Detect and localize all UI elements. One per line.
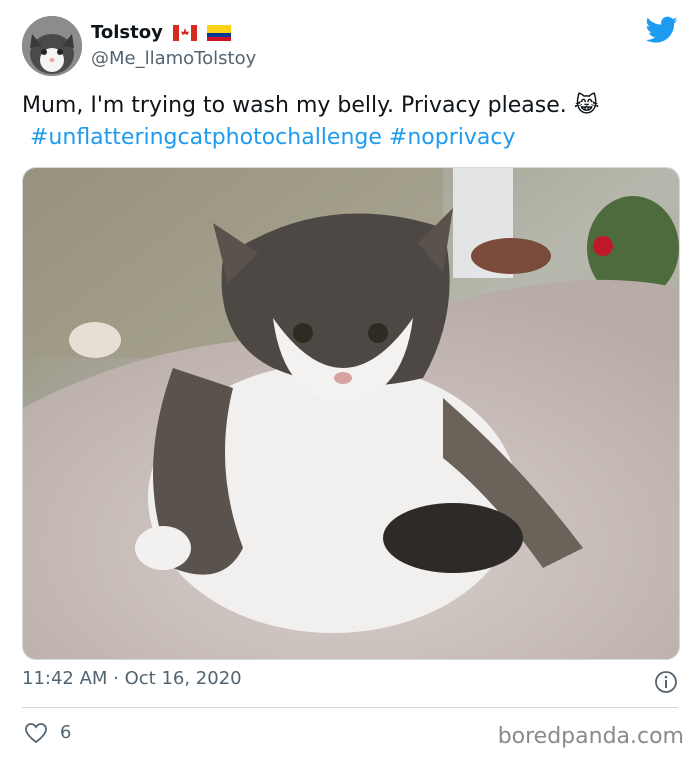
heart-icon[interactable] [24, 722, 48, 744]
watermark: boredpanda.com [497, 724, 684, 749]
tweet-body: Mum, I'm trying to wash my belly. Privac… [22, 93, 567, 118]
tweet-timestamp[interactable]: 11:42 AM · Oct 16, 2020 [22, 668, 242, 689]
emoji: 😹 [573, 93, 600, 118]
info-icon[interactable] [654, 670, 678, 694]
author-name[interactable]: Tolstoy [91, 22, 163, 43]
twitter-bird-icon[interactable] [646, 16, 678, 44]
divider [22, 707, 678, 708]
hashtag-links[interactable]: #unflatteringcatphotochallenge #noprivac… [30, 125, 515, 150]
author-handle[interactable]: @Me_llamoTolstoy [91, 48, 256, 69]
cat-on-fluffy-blanket-photo [23, 168, 679, 659]
tweet-photo[interactable] [22, 167, 680, 660]
avatar[interactable] [22, 16, 82, 76]
author-name-row[interactable]: Tolstoy [91, 22, 231, 43]
tweet-text: Mum, I'm trying to wash my belly. Privac… [22, 90, 682, 154]
colombia-flag-icon [206, 24, 231, 41]
like-count: 6 [60, 722, 72, 743]
canada-flag-icon [172, 24, 197, 41]
